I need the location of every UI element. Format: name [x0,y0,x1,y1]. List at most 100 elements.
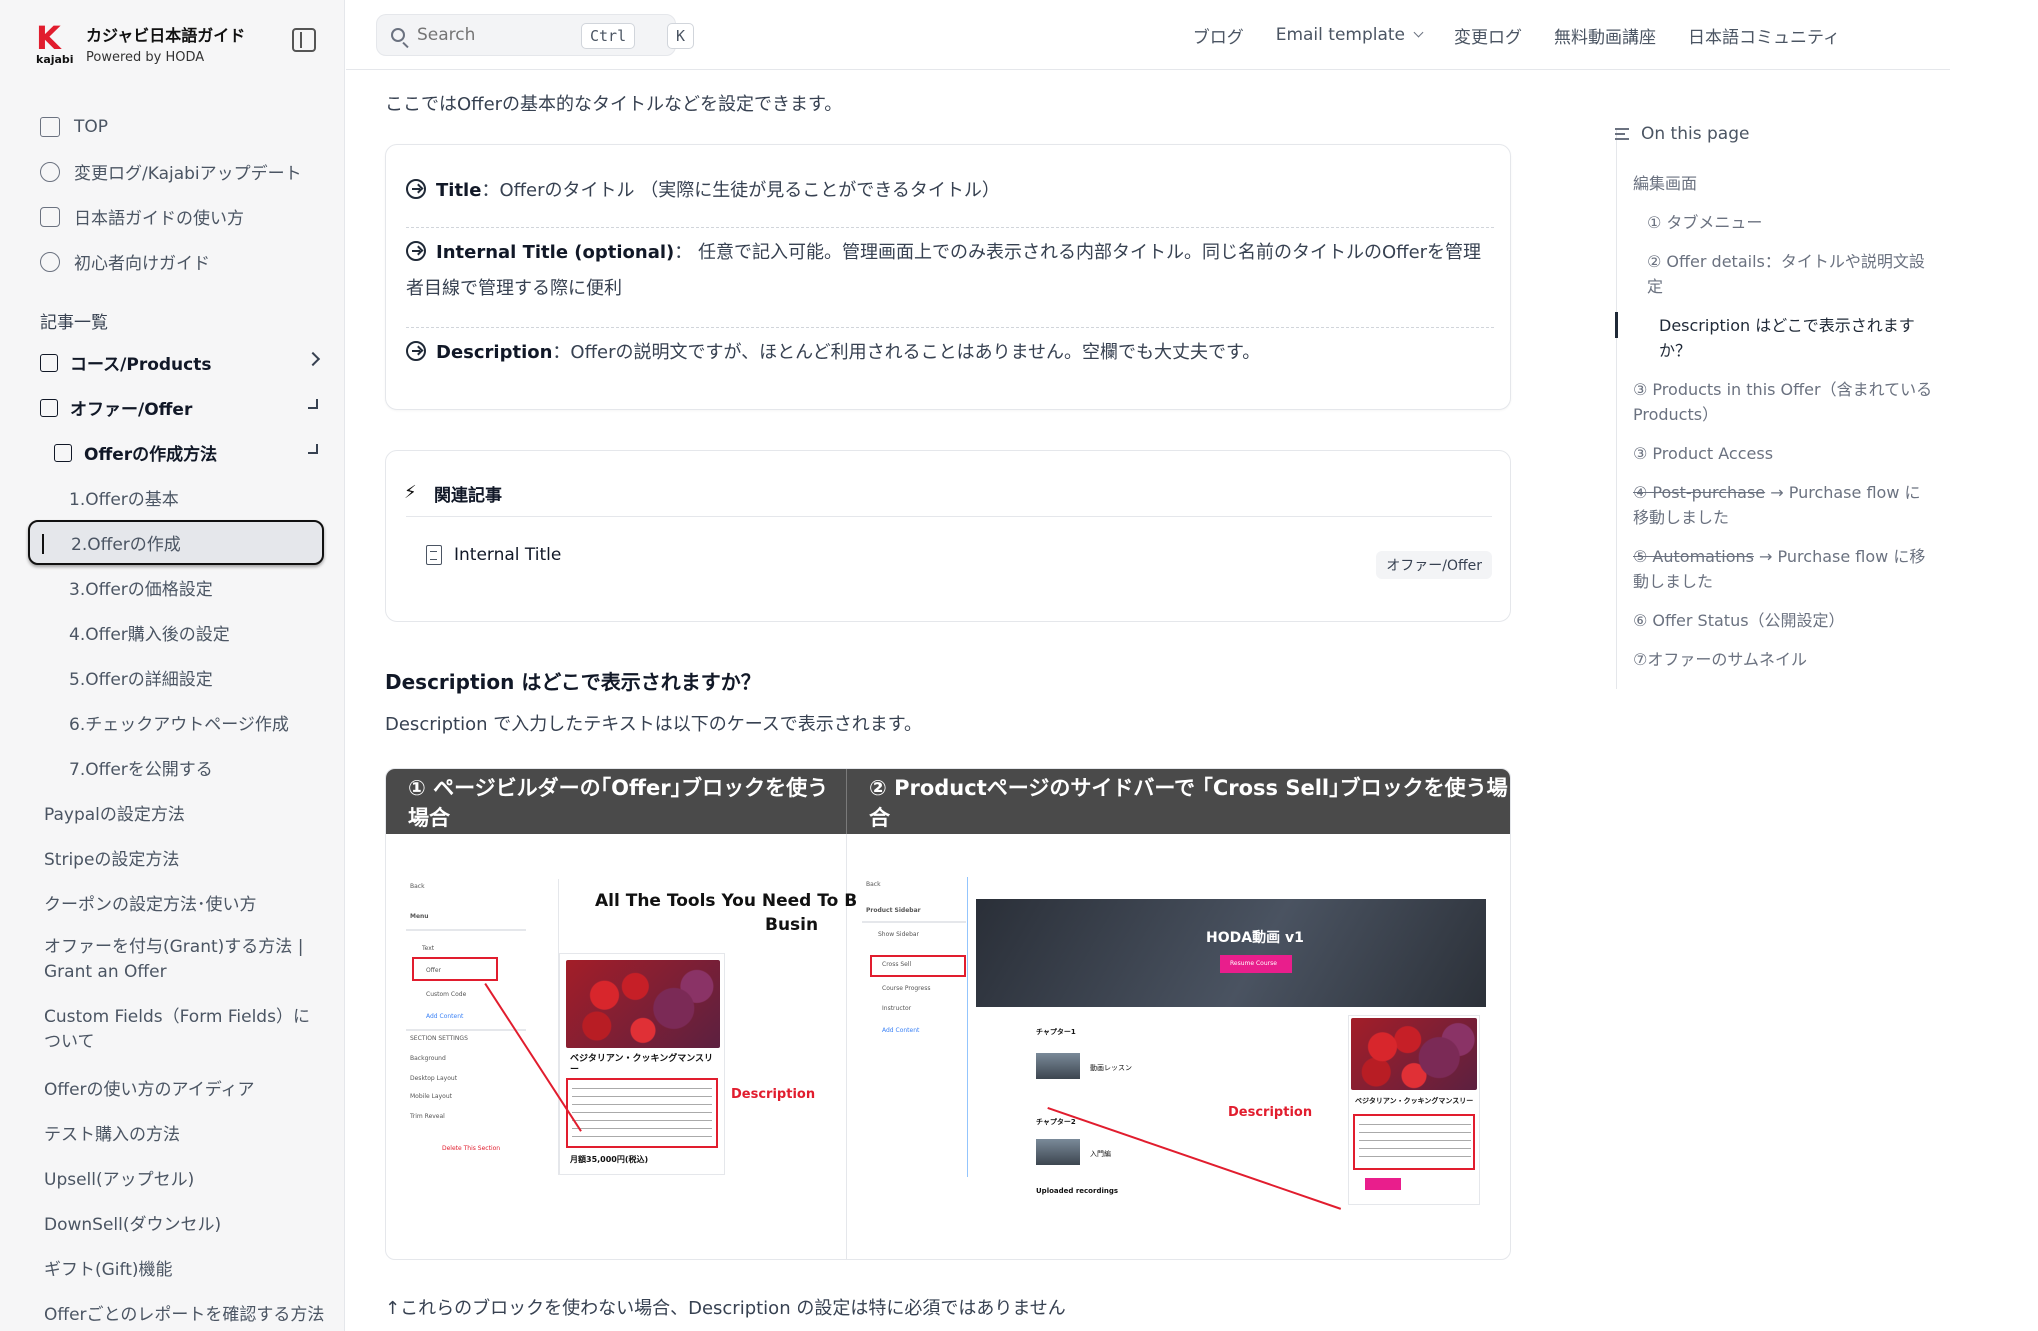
sidebar-item-guide-usage[interactable]: 日本語ガイドの使い方 [40,194,320,239]
smile-icon [40,251,60,272]
section-heading: Description はどこで表示されますか？ [385,670,761,694]
product-side-divider [862,921,966,923]
toc-item[interactable]: ⑥ Offer Status（公開設定） [1617,601,1936,640]
description-highlight-box [1353,1114,1475,1170]
sidebar-item-courses[interactable]: コース/Products [28,340,328,385]
archive-icon [40,398,58,417]
related-articles-card: 関連記事 Internal Title オファー/Offer [385,450,1511,622]
nav-changelog[interactable]: 変更ログ [1454,23,1522,48]
builder-side-text: Delete This Section [442,1145,501,1152]
sidebar-item-checkout[interactable]: 6.チェックアウトページ作成 [28,700,328,745]
sidebar-item-offer[interactable]: オファー/Offer [28,385,328,430]
toc-item[interactable]: ③ Product Access [1617,434,1936,473]
kajabi-logo-icon: K kajabi [36,22,74,66]
toc-item[interactable]: ② Offer details：タイトルや説明文設定 [1617,242,1936,306]
description-label: Description [1228,1105,1313,1120]
sidebar-item-offer-detail[interactable]: 5.Offerの詳細設定 [28,655,328,700]
nav-free-course[interactable]: 無料動画講座 [1554,23,1656,48]
related-link-internal-title[interactable]: Internal Title [426,545,561,565]
lesson-title: 入門編 [1090,1150,1111,1158]
product-side-text: Cross Sell [882,961,912,968]
product-sidebar-panel: Back Product Sidebar Show Sidebar Cross … [858,877,968,1177]
hero-title: HODA動画 v1 [1206,930,1304,946]
archive-icon [54,443,72,462]
toc-strike-text: ④ Post-purchase [1633,483,1766,502]
screenshot-page-builder: Back Menu Text Offer Custom Code Add Con… [402,879,857,1209]
top-header: Ctrl K ブログ Email template 変更ログ 無料動画講座 日本… [346,0,1950,70]
preview-title: All The Tools You Need To B [595,891,858,911]
note-text: ↑これらのブロックを使わない場合、Description の設定は特に必須ではあ… [385,1298,1066,1319]
toc-item[interactable]: ① タブメニュー [1617,203,1936,242]
sidebar-item-ideas[interactable]: Offerの使い方のアイディア [28,1065,328,1110]
brand-title: カジャビ日本語ガイド [86,26,246,45]
image-icon [40,206,60,227]
related-category-tag[interactable]: オファー/Offer [1376,551,1492,579]
course-hero-banner: HODA動画 v1 Resume Course [976,899,1486,1007]
definition-description: Description：Offerの説明文ですが、ほとんど利用されることはありま… [406,335,1494,371]
sidebar-item-label: ギフト(Gift)機能 [44,1260,173,1280]
sidebar-item-label: 変更ログ/Kajabiアップデート [74,164,302,184]
sidebar-item-offer-create-active[interactable]: 2.Offerの作成 [28,520,324,565]
product-title: ベジタリアン・クッキングマンスリー [1355,1097,1474,1105]
builder-side-text: Text [422,945,435,952]
toc-item[interactable]: 編集画面 [1617,164,1936,203]
nav-blog[interactable]: ブログ [1193,23,1244,48]
sidebar-item-offer-post[interactable]: 4.Offer購入後の設定 [28,610,328,655]
sidebar-item-changelog[interactable]: 変更ログ/Kajabiアップデート [40,149,320,194]
def-term: Title [436,180,482,201]
sidebar-item-label: DownSell(ダウンセル) [44,1215,222,1235]
builder-preview: All The Tools You Need To B Busin ベジタリアン… [558,879,857,1175]
sidebar-item-grant[interactable]: オファーを付与(Grant)する方法 | Grant an Offer [28,925,328,995]
product-side-text: Instructor [882,1005,912,1012]
def-sep: ： [674,242,699,263]
sidebar-item-label: 初心者向けガイド [74,254,210,274]
search-input[interactable] [417,25,567,45]
toc-item-active[interactable]: Description はどこで表示されますか？ [1615,306,1936,370]
sidebar-item-publish[interactable]: 7.Offerを公開する [28,745,328,790]
sidebar-item-offer-price[interactable]: 3.Offerの価格設定 [28,565,328,610]
sidebar-item-upsell[interactable]: Upsell(アップセル) [28,1155,328,1200]
sidebar-item-test-purchase[interactable]: テスト購入の方法 [28,1110,328,1155]
sidebar-toggle-icon[interactable] [292,28,316,52]
sidebar-item-coupon[interactable]: クーポンの設定方法･使い方 [28,880,328,925]
sidebar-item-downsell[interactable]: DownSell(ダウンセル) [28,1200,328,1245]
toc-item[interactable]: ⑦オファーのサムネイル [1617,640,1936,679]
screenshot-product-sidebar: Back Product Sidebar Show Sidebar Cross … [858,877,1504,1210]
sidebar-item-offer-basic[interactable]: 1.Offerの基本 [28,475,328,520]
toc-item[interactable]: ④ Post-purchase → Purchase flow に移動しました [1617,473,1936,537]
sidebar-item-paypal[interactable]: Paypalの設定方法 [28,790,328,835]
resume-course-label: Resume Course [1230,960,1277,967]
sidebar-item-top[interactable]: TOP [40,104,320,149]
vegetable-image [566,960,720,1048]
lesson-thumbnail [1036,1053,1080,1079]
dashed-divider [406,327,1494,328]
document-icon [426,545,442,565]
logo-word: kajabi [36,52,74,66]
related-header: 関連記事 [404,471,1492,517]
def-text: Offerのタイトル （実際に生徒が見ることができるタイトル） [499,180,1000,201]
sidebar-item-custom-fields[interactable]: Custom Fields（Form Fields）について [28,995,328,1065]
builder-side-text: Custom Code [426,991,467,998]
toc-item[interactable]: ⑤ Automations → Purchase flow に移動しました [1617,537,1936,601]
sidebar-item-offer-create[interactable]: Offerの作成方法 [28,430,328,475]
search-bar[interactable]: Ctrl K [376,14,695,56]
sidebar-item-report[interactable]: Offerごとのレポートを確認する方法 [28,1290,328,1331]
nav-email-template[interactable]: Email template [1276,25,1422,45]
sidebar-item-label: コース/Products [70,355,212,375]
sidebar-item-label: 3.Offerの価格設定 [69,580,213,600]
toc-item[interactable]: ③ Products in this Offer（含まれているProducts） [1617,370,1936,434]
sidebar-item-beginner[interactable]: 初心者向けガイド [40,239,320,284]
sidebar-item-label: 日本語ガイドの使い方 [74,209,244,229]
sidebar-item-label: Stripeの設定方法 [44,850,180,870]
sidebar-item-gift[interactable]: ギフト(Gift)機能 [28,1245,328,1290]
lesson-thumbnail [1036,1139,1080,1165]
sidebar-item-label: テスト購入の方法 [44,1125,180,1145]
product-side-text: Course Progress [882,985,931,992]
arrow-circle-icon [406,341,426,361]
sidebar-item-stripe[interactable]: Stripeの設定方法 [28,835,328,880]
brand-logo[interactable]: K kajabi カジャビ日本語ガイド Powered by HODA [36,22,246,66]
sidebar-item-label: Offerの作成方法 [84,445,218,465]
builder-side-text: Mobile Layout [410,1093,452,1100]
builder-side-text: Trim Reveal [410,1113,445,1120]
nav-community[interactable]: 日本語コミュニティ [1688,23,1840,48]
